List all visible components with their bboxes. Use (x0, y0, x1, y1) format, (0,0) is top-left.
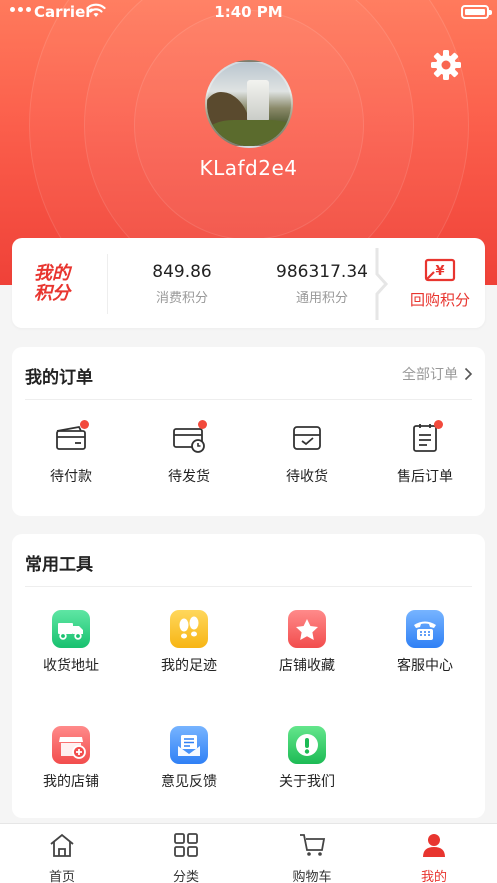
orders-title: 我的订单 (25, 368, 93, 388)
grid-icon (174, 833, 198, 857)
info-icon (288, 726, 326, 764)
order-after-sales[interactable]: 售后订单 (366, 419, 484, 486)
chevron-divider-icon (375, 248, 389, 320)
star-icon (288, 610, 326, 648)
tool-my-footprint-label: 我的足迹 (161, 658, 217, 674)
tool-my-shop[interactable]: 我的店铺 (12, 726, 130, 791)
phone-icon (406, 610, 444, 648)
tab-cart-label: 购物车 (292, 870, 332, 883)
general-points-value: 986317.34 (276, 262, 368, 282)
divider (25, 586, 472, 587)
tool-feedback-label: 意见反馈 (161, 774, 217, 790)
person-icon (423, 834, 445, 857)
points-title: 我的 积分 (34, 263, 70, 304)
order-pending-payment[interactable]: 待付款 (12, 419, 130, 486)
tab-mine-label: 我的 (420, 870, 447, 883)
all-orders-link[interactable]: 全部订单 (402, 364, 473, 384)
buyback-points-label: 回购积分 (409, 291, 470, 309)
home-icon (50, 833, 74, 857)
shop-icon (52, 726, 90, 764)
tool-shop-favorites-label: 店铺收藏 (279, 658, 335, 674)
gear-icon[interactable] (429, 48, 463, 82)
status-bar: Carrier 1:40 PM (0, 0, 497, 26)
badge-dot (80, 420, 89, 429)
tool-my-footprint[interactable]: 我的足迹 (130, 610, 248, 675)
avatar[interactable] (205, 60, 293, 148)
order-pending-shipment[interactable]: 待发货 (130, 419, 248, 486)
all-orders-label: 全部订单 (402, 367, 458, 383)
tool-my-shop-label: 我的店铺 (43, 774, 99, 790)
tool-shipping-address[interactable]: 收货地址 (12, 610, 130, 675)
consumption-points-value: 849.86 (152, 262, 212, 282)
tab-category-label: 分类 (172, 870, 199, 883)
tab-mine[interactable]: 我的 (394, 832, 474, 883)
buyback-icon: ¥ (424, 258, 456, 282)
chevron-right-icon (464, 367, 473, 381)
tab-cart[interactable]: 购物车 (272, 832, 352, 883)
tool-customer-service[interactable]: 客服中心 (366, 610, 484, 675)
cart-icon (300, 834, 326, 856)
consumption-points[interactable]: 849.86 消费积分 (122, 262, 242, 306)
consumption-points-label: 消费积分 (155, 291, 208, 306)
svg-text:¥: ¥ (435, 264, 444, 279)
tool-shipping-address-label: 收货地址 (43, 658, 99, 674)
general-points-label: 通用积分 (295, 291, 348, 306)
tools-card: 常用工具 收货地址 我的足迹 店铺收藏 客服中心 我的店铺 意见反馈 关于我们 (12, 534, 485, 818)
order-pending-payment-label: 待付款 (50, 469, 92, 485)
points-card: 我的 积分 849.86 消费积分 986317.34 通用积分 ¥ 回购积分 (12, 238, 485, 328)
inbox-check-icon (293, 426, 321, 450)
buyback-points-button[interactable]: ¥ 回购积分 (397, 258, 483, 310)
order-after-sales-label: 售后订单 (397, 469, 453, 485)
tool-feedback[interactable]: 意见反馈 (130, 726, 248, 791)
tab-bar: 首页 分类 购物车 我的 (0, 823, 497, 883)
tool-about-us[interactable]: 关于我们 (248, 726, 366, 791)
tab-home-label: 首页 (48, 870, 75, 883)
status-time: 1:40 PM (214, 3, 283, 21)
truck-icon (52, 610, 90, 648)
tool-customer-service-label: 客服中心 (397, 658, 453, 674)
badge-dot (198, 420, 207, 429)
battery-icon (461, 5, 492, 19)
tools-title: 常用工具 (25, 555, 93, 575)
badge-dot (434, 420, 443, 429)
general-points[interactable]: 986317.34 通用积分 (257, 262, 387, 306)
tool-about-us-label: 关于我们 (279, 774, 335, 790)
profile-page: Carrier 1:40 PM KLafd2e4 我的 积分 849.86 消费… (0, 0, 497, 883)
tab-category[interactable]: 分类 (146, 832, 226, 883)
footprint-icon (170, 610, 208, 648)
divider (107, 254, 108, 314)
order-pending-receipt[interactable]: 待收货 (248, 419, 366, 486)
username: KLafd2e4 (199, 156, 298, 180)
order-pending-shipment-label: 待发货 (168, 469, 210, 485)
feedback-icon (170, 726, 208, 764)
tab-home[interactable]: 首页 (22, 832, 102, 883)
divider (25, 399, 472, 400)
order-pending-receipt-label: 待收货 (286, 469, 328, 485)
tool-shop-favorites[interactable]: 店铺收藏 (248, 610, 366, 675)
orders-card: 我的订单 全部订单 待付款 待发货 待收货 售后订单 (12, 347, 485, 516)
